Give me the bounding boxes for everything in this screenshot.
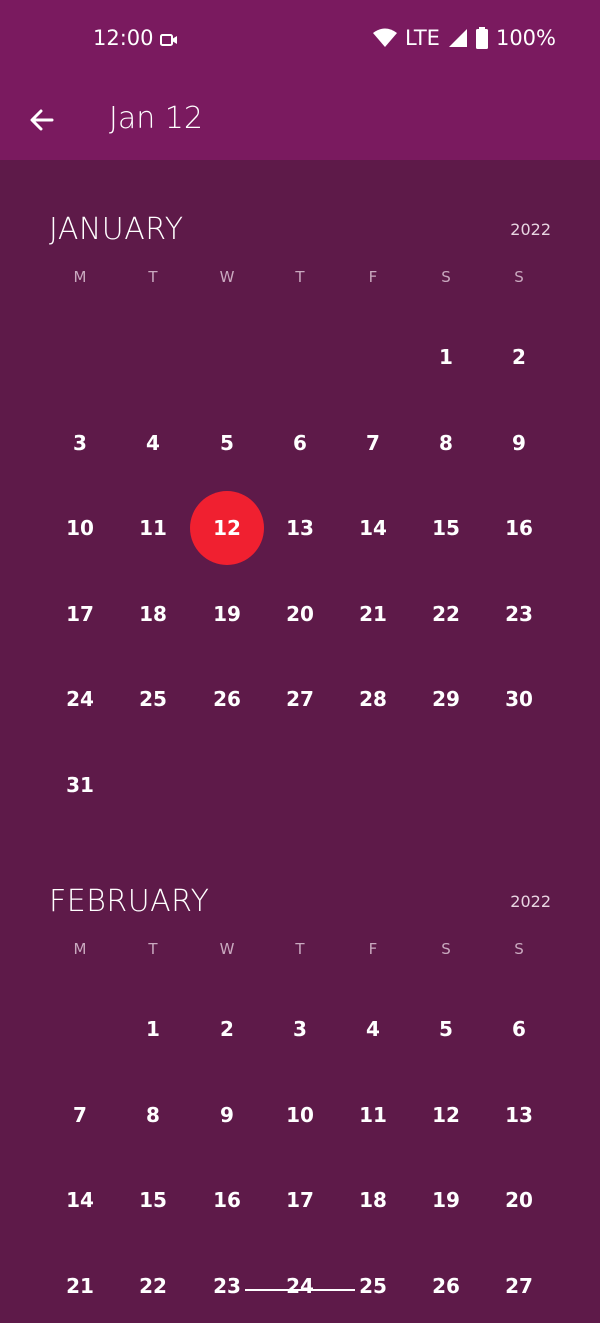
back-arrow-icon[interactable] [26, 104, 58, 136]
weekday-label: W [219, 268, 235, 286]
day-cell[interactable]: 10 [43, 491, 117, 565]
screen-record-icon [160, 34, 177, 46]
day-cell[interactable]: 7 [336, 406, 410, 480]
day-cell[interactable]: 25 [336, 1249, 410, 1323]
day-cell[interactable]: 2 [190, 992, 264, 1066]
month-name: JANUARY [49, 212, 184, 247]
weekday-label: W [219, 940, 235, 958]
day-cell[interactable]: 14 [43, 1163, 117, 1237]
day-cell[interactable]: 11 [336, 1078, 410, 1152]
day-cell[interactable]: 19 [190, 577, 264, 651]
day-cell[interactable]: 21 [336, 577, 410, 651]
day-cell[interactable]: 2 [482, 320, 556, 394]
month-name: FEBRUARY [49, 884, 210, 919]
day-cell[interactable]: 30 [482, 662, 556, 736]
battery-icon [475, 27, 488, 49]
day-cell[interactable]: 6 [482, 992, 556, 1066]
signal-icon [448, 29, 467, 47]
weekday-header: MTWTFSS [0, 268, 600, 288]
day-cell[interactable]: 1 [116, 992, 190, 1066]
day-cell[interactable]: 12 [409, 1078, 483, 1152]
day-cell[interactable]: 13 [482, 1078, 556, 1152]
weekday-label: S [514, 940, 524, 958]
day-cell[interactable]: 10 [263, 1078, 337, 1152]
status-bar: 12:00 LTE 100% [0, 0, 600, 80]
day-cell[interactable]: 6 [263, 406, 337, 480]
day-cell[interactable]: 16 [482, 491, 556, 565]
day-cell[interactable]: 23 [190, 1249, 264, 1323]
day-cell[interactable]: 26 [409, 1249, 483, 1323]
weekday-label: S [514, 268, 524, 286]
day-cell[interactable]: 1 [409, 320, 483, 394]
battery-percent: 100% [495, 26, 556, 50]
day-cell[interactable]: 15 [116, 1163, 190, 1237]
day-cell[interactable]: 18 [336, 1163, 410, 1237]
day-cell[interactable]: 22 [116, 1249, 190, 1323]
day-cell[interactable]: 7 [43, 1078, 117, 1152]
day-cell[interactable]: 17 [43, 577, 117, 651]
selected-date-title: Jan 12 [109, 101, 203, 136]
day-cell[interactable]: 24 [43, 662, 117, 736]
weekday-label: F [368, 940, 378, 958]
weekday-label: F [368, 268, 378, 286]
status-time: 12:00 [93, 26, 154, 50]
network-label: LTE [405, 26, 440, 50]
day-cell[interactable]: 19 [409, 1163, 483, 1237]
day-cell[interactable]: 8 [116, 1078, 190, 1152]
day-cell[interactable]: 3 [263, 992, 337, 1066]
day-cell[interactable]: 29 [409, 662, 483, 736]
day-cell[interactable]: 31 [43, 748, 117, 822]
weekday-header: MTWTFSS [0, 940, 600, 960]
day-cell[interactable]: 5 [409, 992, 483, 1066]
day-cell[interactable]: 16 [190, 1163, 264, 1237]
day-cell[interactable]: 17 [263, 1163, 337, 1237]
day-cell[interactable]: 4 [116, 406, 190, 480]
day-cell[interactable]: 4 [336, 992, 410, 1066]
day-cell[interactable]: 25 [116, 662, 190, 736]
day-cell-selected[interactable]: 12 [190, 491, 264, 565]
day-cell[interactable]: 8 [409, 406, 483, 480]
app-bar: 12:00 LTE 100% Jan 12 [0, 0, 600, 160]
day-cell[interactable]: 9 [482, 406, 556, 480]
wifi-icon [373, 28, 398, 47]
weekday-label: M [73, 940, 87, 958]
month-year: 2022 [510, 892, 551, 911]
day-cell[interactable]: 21 [43, 1249, 117, 1323]
day-cell[interactable]: 27 [263, 662, 337, 736]
weekday-label: T [148, 940, 158, 958]
day-cell[interactable]: 11 [116, 491, 190, 565]
day-cell[interactable]: 24 [263, 1249, 337, 1323]
strike-line [245, 1289, 355, 1291]
day-cell[interactable]: 3 [43, 406, 117, 480]
weekday-label: S [441, 940, 451, 958]
weekday-label: T [295, 940, 305, 958]
day-cell[interactable]: 28 [336, 662, 410, 736]
day-cell[interactable]: 5 [190, 406, 264, 480]
day-cell[interactable]: 9 [190, 1078, 264, 1152]
day-cell[interactable]: 22 [409, 577, 483, 651]
weekday-label: T [295, 268, 305, 286]
day-cell[interactable]: 20 [482, 1163, 556, 1237]
day-cell[interactable]: 20 [263, 577, 337, 651]
day-cell[interactable]: 26 [190, 662, 264, 736]
day-cell[interactable]: 18 [116, 577, 190, 651]
weekday-label: S [441, 268, 451, 286]
weekday-label: M [73, 268, 87, 286]
day-cell[interactable]: 27 [482, 1249, 556, 1323]
day-cell[interactable]: 13 [263, 491, 337, 565]
toolbar: Jan 12 [0, 80, 600, 160]
day-cell[interactable]: 15 [409, 491, 483, 565]
day-cell[interactable]: 14 [336, 491, 410, 565]
weekday-label: T [148, 268, 158, 286]
month-year: 2022 [510, 220, 551, 239]
day-cell[interactable]: 23 [482, 577, 556, 651]
